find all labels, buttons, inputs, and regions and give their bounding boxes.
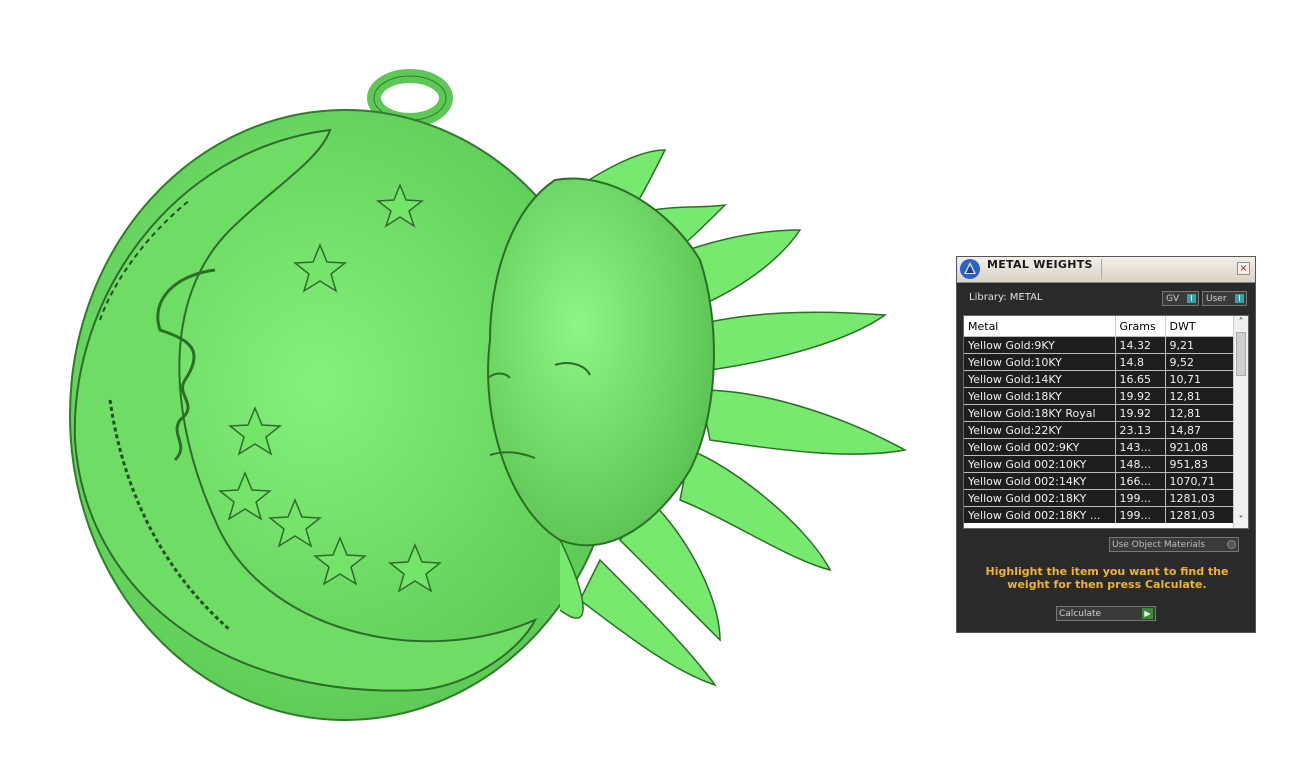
dwt-cell: 1070,71 (1165, 472, 1237, 490)
metal-cell: Yellow Gold 002:18KY (964, 489, 1116, 507)
table-row[interactable]: Yellow Gold 002:9KY 143... 921,08 (964, 438, 1237, 456)
gv-label: GV (1166, 294, 1180, 304)
table-row[interactable]: Yellow Gold:18KY 19.92 12,81 (964, 387, 1237, 405)
use-object-materials-label: Use Object Materials (1112, 540, 1206, 550)
toggle-indicator-icon: I (1187, 294, 1196, 303)
scroll-thumb[interactable] (1236, 332, 1246, 376)
table-row[interactable]: Yellow Gold:22KY 23.13 14,87 (964, 421, 1237, 439)
radio-indicator-icon (1227, 540, 1236, 549)
grams-cell: 23.13 (1115, 421, 1166, 439)
grams-cell: 166... (1115, 472, 1166, 490)
metal-cell: Yellow Gold:18KY (964, 387, 1116, 405)
column-header-grams[interactable]: Grams (1115, 316, 1166, 337)
grams-cell: 14.32 (1115, 336, 1166, 354)
table-scrollbar[interactable]: ˄ ˅ (1233, 316, 1248, 528)
dwt-cell: 951,83 (1165, 455, 1237, 473)
dwt-cell: 9,21 (1165, 336, 1237, 354)
grams-cell: 148... (1115, 455, 1166, 473)
table-row[interactable]: Yellow Gold 002:18KY ... 199... 1281,03 (964, 506, 1237, 523)
metal-cell: Yellow Gold 002:18KY ... (964, 506, 1116, 523)
dwt-cell: 14,87 (1165, 421, 1237, 439)
table-row[interactable]: Yellow Gold:18KY Royal 19.92 12,81 (964, 404, 1237, 422)
3d-viewport[interactable] (0, 0, 940, 774)
gv-toggle[interactable]: GV I (1162, 291, 1199, 306)
dwt-cell: 12,81 (1165, 404, 1237, 422)
panel-titlebar[interactable]: METAL WEIGHTS × (957, 257, 1255, 283)
play-arrow-icon: ▶ (1142, 608, 1153, 619)
app-logo-icon (960, 259, 980, 279)
grams-cell: 143... (1115, 438, 1166, 456)
metal-table[interactable]: Metal Grams DWT Yellow Gold:9KY 14.32 9,21… (963, 315, 1249, 529)
user-toggle[interactable]: User I (1202, 291, 1247, 306)
table-header-row: Metal Grams DWT (964, 316, 1237, 337)
dwt-cell: 1281,03 (1165, 489, 1237, 507)
table-row[interactable]: Yellow Gold:9KY 14.32 9,21 (964, 336, 1237, 354)
metal-cell: Yellow Gold 002:9KY (964, 438, 1116, 456)
toggle-indicator-icon: I (1235, 294, 1244, 303)
metal-cell: Yellow Gold:10KY (964, 353, 1116, 371)
use-object-materials-toggle[interactable]: Use Object Materials (1109, 537, 1239, 552)
metal-cell: Yellow Gold:18KY Royal (964, 404, 1116, 422)
scroll-down-icon[interactable]: ˅ (1234, 514, 1248, 528)
dwt-cell: 12,81 (1165, 387, 1237, 405)
column-header-metal[interactable]: Metal (964, 316, 1116, 337)
grams-cell: 16.65 (1115, 370, 1166, 388)
panel-title: METAL WEIGHTS (987, 258, 1093, 271)
pendant-model (69, 69, 908, 721)
table-row[interactable]: Yellow Gold:10KY 14.8 9,52 (964, 353, 1237, 371)
grams-cell: 14.8 (1115, 353, 1166, 371)
grams-cell: 19.92 (1115, 404, 1166, 422)
calculate-button[interactable]: Calculate ▶ (1056, 606, 1156, 621)
grams-cell: 19.92 (1115, 387, 1166, 405)
dwt-cell: 9,52 (1165, 353, 1237, 371)
grams-cell: 199... (1115, 506, 1166, 523)
metal-cell: Yellow Gold 002:10KY (964, 455, 1116, 473)
grams-cell: 199... (1115, 489, 1166, 507)
sun-face (487, 177, 715, 547)
dwt-cell: 921,08 (1165, 438, 1237, 456)
scroll-up-icon[interactable]: ˄ (1234, 316, 1248, 330)
titlebar-divider (1101, 259, 1102, 279)
metal-cell: Yellow Gold 002:14KY (964, 472, 1116, 490)
metal-cell: Yellow Gold:22KY (964, 421, 1116, 439)
metal-cell: Yellow Gold:9KY (964, 336, 1116, 354)
user-label: User (1206, 294, 1227, 304)
table-row[interactable]: Yellow Gold 002:14KY 166... 1070,71 (964, 472, 1237, 490)
library-label: Library: METAL (969, 292, 1043, 303)
close-icon[interactable]: × (1237, 262, 1250, 275)
metal-weights-panel: METAL WEIGHTS × Library: METAL GV I User… (956, 256, 1256, 633)
table-row[interactable]: Yellow Gold:14KY 16.65 10,71 (964, 370, 1237, 388)
instruction-text: Highlight the item you want to find the … (985, 565, 1229, 591)
calculate-label: Calculate (1059, 609, 1102, 619)
metal-cell: Yellow Gold:14KY (964, 370, 1116, 388)
table-row[interactable]: Yellow Gold 002:10KY 148... 951,83 (964, 455, 1237, 473)
table-row[interactable]: Yellow Gold 002:18KY 199... 1281,03 (964, 489, 1237, 507)
column-header-dwt[interactable]: DWT (1165, 316, 1237, 337)
dwt-cell: 10,71 (1165, 370, 1237, 388)
dwt-cell: 1281,03 (1165, 506, 1237, 523)
